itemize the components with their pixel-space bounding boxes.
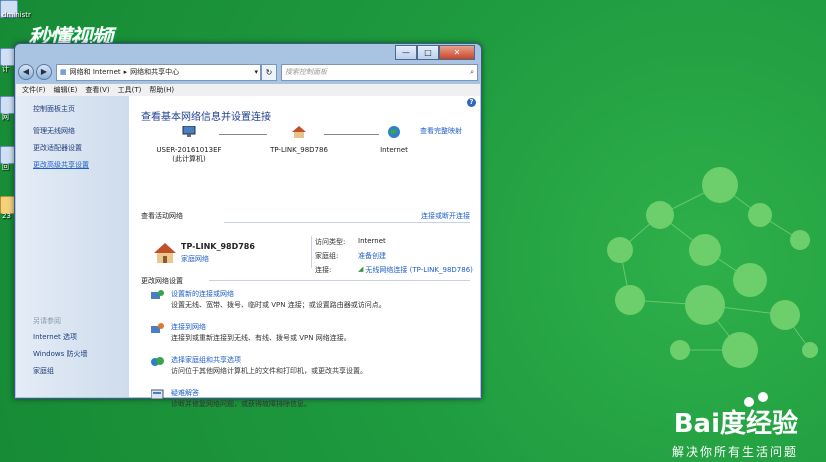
home-network-icon [292,126,306,138]
network-node-router: TP-LINK_98D786 [259,126,339,154]
navigation-bar: ◀ ▶ ▦ 网络和 Internet ▸ 网络和共享中心 ▾ ↻ 搜索控制面板 … [18,61,478,83]
refresh-button[interactable]: ↻ [261,63,277,81]
search-placeholder: 搜索控制面板 [285,68,327,76]
baidu-slogan: 解决你所有生活问题 [671,445,798,459]
task-description: 诊断并修复网络问题，或获得故障排除信息。 [171,400,311,408]
menu-file[interactable]: 文件(F) [22,85,46,95]
forward-button[interactable]: ▶ [36,64,52,80]
connection-value[interactable]: 无线网络连接 (TP-LINK_98D786) [365,265,473,275]
chevron-right-icon: ▸ [123,68,128,76]
see-also-internet-options[interactable]: Internet 选项 [33,332,87,342]
active-network-properties: 访问类型: Internet 家庭组: 准备创建 连接: ◢ 无线网络连接 (TP-LI… [315,237,473,279]
node-name: Internet [380,146,408,154]
minimize-button[interactable]: — [395,45,417,60]
active-networks-header: 查看活动网络 [141,212,183,220]
see-also-windows-firewall[interactable]: Windows 防火墙 [33,349,87,359]
breadcrumb-network-internet[interactable]: 网络和 Internet [70,67,121,77]
active-network-name: TP-LINK_98D786 [181,242,255,251]
homegroup-label: 家庭组: [315,252,339,260]
see-also-section: 另请参阅 Internet 选项 Windows 防火墙 家庭组 [33,316,87,383]
maximize-button[interactable]: □ [417,45,439,60]
access-type-value: Internet [358,237,386,245]
network-node-internet: Internet [354,126,434,154]
network-sharing-center-window: — □ ✕ ◀ ▶ ▦ 网络和 Internet ▸ 网络和共享中心 ▾ ↻ 搜… [14,43,482,408]
menu-edit[interactable]: 编辑(E) [54,85,78,95]
task-title[interactable]: 连接到网络 [171,322,206,332]
homegroup-value[interactable]: 准备创建 [358,251,386,261]
sidebar: 控制面板主页 管理无线网络 更改适配器设置 更改高级共享设置 另请参阅 Inte… [16,96,129,397]
node-name: USER-20161013EF [156,146,222,154]
desktop-icon-label: 网 [2,113,9,121]
back-button[interactable]: ◀ [18,64,34,80]
search-icon[interactable]: ⌕ [470,68,474,77]
connect-disconnect-link[interactable]: 连接或断开连接 [421,211,470,221]
divider [224,222,470,223]
task-description: 访问位于其他网络计算机上的文件和打印机，或更改共享设置。 [171,367,367,375]
control-panel-icon: ▦ [60,68,67,76]
access-type-label: 访问类型: [315,238,346,246]
help-icon[interactable]: ? [467,98,476,107]
main-panel: ? 查看基本网络信息并设置连接 查看完整映射 USER-20161013EF (… [129,96,480,408]
home-network-icon [154,243,176,263]
chevron-down-icon[interactable]: ▾ [254,68,258,76]
sidebar-item-advanced-sharing[interactable]: 更改高级共享设置 [33,160,129,170]
menu-view[interactable]: 查看(V) [85,85,109,95]
window-controls: — □ ✕ [395,45,475,60]
network-node-computer: USER-20161013EF (此计算机) [149,125,229,164]
search-input[interactable]: 搜索控制面板 ⌕ [281,63,478,81]
menu-bar: 文件(F) 编辑(E) 查看(V) 工具(T) 帮助(H) [16,84,480,96]
menu-help[interactable]: 帮助(H) [149,85,174,95]
see-also-header: 另请参阅 [33,317,61,325]
task-description: 设置无线、宽带、拨号、临时或 VPN 连接；或设置路由器或访问点。 [171,301,386,309]
page-title: 查看基本网络信息并设置连接 [141,112,271,123]
computer-icon [182,125,196,137]
desktop-icon-label: 回 [2,163,9,171]
window-content: 控制面板主页 管理无线网络 更改适配器设置 更改高级共享设置 另请参阅 Inte… [16,96,480,408]
address-bar[interactable]: ▦ 网络和 Internet ▸ 网络和共享中心 ▾ [56,63,261,81]
sidebar-item-manage-wireless[interactable]: 管理无线网络 [33,126,129,136]
change-settings-header: 更改网络设置 [141,277,183,285]
wifi-signal-icon: ◢ [358,265,364,273]
breadcrumb-network-sharing-center[interactable]: 网络和共享中心 [130,67,179,77]
node-name: TP-LINK_98D786 [270,146,328,154]
connection-label: 连接: [315,266,332,274]
baidu-brand-logo: Bai度经验 [673,409,798,439]
task-title[interactable]: 疑难解答 [171,388,199,398]
see-also-homegroup[interactable]: 家庭组 [33,366,87,376]
task-description: 连接到或重新连接到无线、有线、拨号或 VPN 网络连接。 [171,334,351,342]
sidebar-item-adapter-settings[interactable]: 更改适配器设置 [33,143,129,153]
new-connection-icon [151,290,164,299]
connect-network-icon [151,323,164,333]
decorative-network-graphic [607,167,818,368]
node-subtitle: (此计算机) [172,155,206,163]
network-map: USER-20161013EF (此计算机) TP-LINK_98D786 In… [149,125,419,164]
desktop-icon-label: dministr [2,11,31,19]
task-title[interactable]: 选择家庭组和共享选项 [171,355,241,365]
divider [209,280,470,281]
desktop-icon-label: 计 [2,65,9,73]
desktop-icon-label: 23 [2,212,11,220]
task-title[interactable]: 设置新的连接或网络 [171,289,234,299]
baidu-paw-icon [758,392,768,402]
globe-icon [388,126,400,138]
close-button[interactable]: ✕ [439,45,475,60]
troubleshoot-icon [151,389,164,400]
active-network-type[interactable]: 家庭网络 [181,254,209,264]
divider [311,236,312,268]
menu-tools[interactable]: 工具(T) [118,85,142,95]
homegroup-icon [151,357,164,366]
sidebar-item-control-panel-home[interactable]: 控制面板主页 [33,104,129,114]
